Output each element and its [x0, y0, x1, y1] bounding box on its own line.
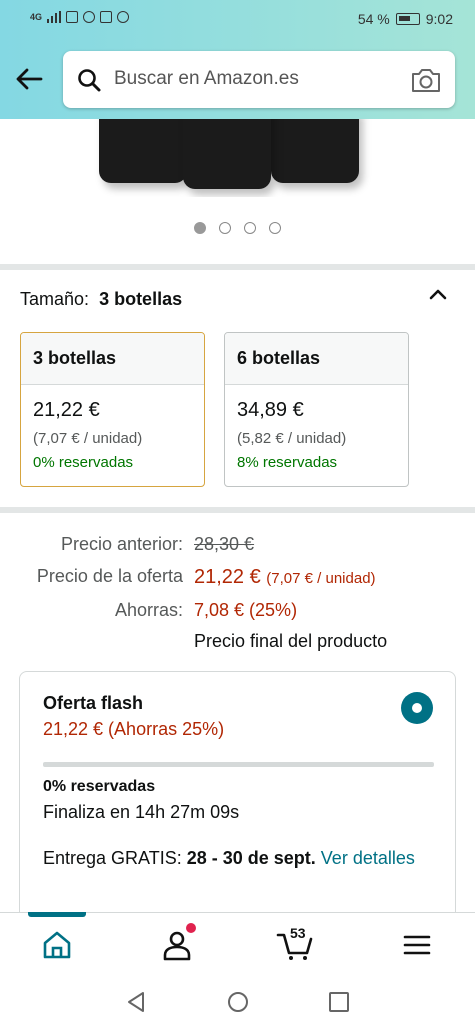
- delivery-info: Entrega GRATIS: 28 - 30 de sept. Ver det…: [43, 845, 443, 872]
- active-tab-indicator: [28, 912, 86, 917]
- pagination-dot[interactable]: [244, 222, 256, 234]
- size-option-reserved: 8% reservadas: [237, 454, 338, 471]
- search-placeholder: Buscar en Amazon.es: [114, 68, 299, 89]
- status-icons-left: 4G: [30, 11, 130, 23]
- size-option-reserved: 0% reservadas: [33, 454, 134, 471]
- home-circle-icon[interactable]: [226, 990, 250, 1014]
- facebook-icon: [117, 11, 130, 23]
- savings-label: Ahorras:: [114, 600, 183, 620]
- size-option-unit-price: (7,07 € / unidad): [33, 430, 143, 447]
- size-option-price: 34,89 €: [237, 399, 304, 421]
- section-divider: [0, 264, 475, 270]
- size-option-name: 6 botellas: [225, 333, 408, 385]
- pagination-dot[interactable]: [269, 222, 281, 234]
- bottle-image: [271, 119, 359, 183]
- offer-price-label: Precio de la oferta: [36, 566, 183, 586]
- flash-offer-price: 21,22 € (Ahorras 25%): [43, 719, 225, 739]
- clock: 9:02: [425, 11, 453, 27]
- search-input[interactable]: Buscar en Amazon.es: [63, 51, 455, 108]
- account-icon[interactable]: [157, 929, 197, 961]
- bottle-image: [99, 119, 187, 183]
- alarm-icon: [83, 11, 96, 23]
- flash-offer-radio[interactable]: [401, 692, 433, 724]
- camera-icon[interactable]: [410, 65, 442, 95]
- flash-reserved: 0% reservadas: [43, 778, 156, 795]
- size-option-unit-price: (5,82 € / unidad): [237, 430, 347, 447]
- vibrate-icon: [100, 11, 113, 23]
- section-divider: [0, 507, 475, 513]
- menu-icon[interactable]: [397, 929, 437, 961]
- offer-price-value-group: 21,22 € (7,07 € / unidad): [194, 566, 376, 589]
- cart-count: 53: [290, 925, 306, 941]
- delivery-prefix: Entrega GRATIS:: [43, 848, 187, 868]
- size-option-3-bottles[interactable]: 3 botellas 21,22 € (7,07 € / unidad) 0% …: [20, 332, 205, 487]
- size-heading: Tamaño: 3 botellas: [20, 289, 182, 310]
- search-icon: [78, 69, 101, 92]
- system-nav-bar: [0, 976, 475, 1029]
- flash-offer-title: Oferta flash: [43, 693, 144, 713]
- app-header: 4G 54 % 9:02 Buscar en Amazon.es: [0, 0, 475, 119]
- battery-icon: [395, 13, 420, 25]
- delivery-dates: 28 - 30 de sept.: [186, 848, 316, 868]
- back-triangle-icon[interactable]: [124, 990, 148, 1014]
- size-selected-value: 3 botellas: [99, 289, 183, 309]
- chevron-up-icon[interactable]: [428, 287, 448, 301]
- flash-offer-card[interactable]: Oferta flash 21,22 € (Ahorras 25%) 0% re…: [19, 671, 456, 931]
- reserved-progress-bar: [43, 762, 434, 767]
- savings-value: 7,08 € (25%): [194, 600, 298, 620]
- notification-dot: [186, 923, 196, 933]
- status-bar: 4G 54 % 9:02: [0, 0, 475, 40]
- home-icon[interactable]: [37, 929, 77, 961]
- image-pagination: [194, 222, 281, 234]
- nfc-icon: [66, 11, 79, 23]
- offer-price-value: 21,22 €: [194, 566, 261, 588]
- pagination-dot[interactable]: [194, 222, 206, 234]
- size-option-6-bottles[interactable]: 6 botellas 34,89 € (5,82 € / unidad) 8% …: [224, 332, 409, 487]
- flash-countdown: Finaliza en 14h 27m 09s: [43, 802, 240, 822]
- details-link[interactable]: Ver detalles: [321, 848, 415, 868]
- signal-icon: [47, 11, 62, 23]
- pagination-dot[interactable]: [219, 222, 231, 234]
- battery-percent: 54 %: [357, 11, 390, 27]
- back-arrow-icon[interactable]: [14, 64, 44, 94]
- previous-price-label: Precio anterior:: [60, 534, 183, 554]
- recents-square-icon[interactable]: [327, 990, 351, 1014]
- bottle-image: [183, 119, 271, 189]
- size-option-name: 3 botellas: [21, 333, 204, 385]
- network-label: 4G: [30, 12, 43, 22]
- product-image[interactable]: [0, 119, 475, 197]
- status-icons-right: 54 % 9:02: [358, 11, 453, 27]
- offer-unit-price: (7,07 € / unidad): [266, 570, 376, 587]
- bottom-nav: 53: [0, 912, 475, 976]
- size-label: Tamaño:: [20, 289, 90, 309]
- final-price-note: Precio final del producto: [194, 631, 388, 651]
- size-option-price: 21,22 €: [33, 399, 100, 421]
- previous-price-value: 28,30 €: [194, 534, 255, 554]
